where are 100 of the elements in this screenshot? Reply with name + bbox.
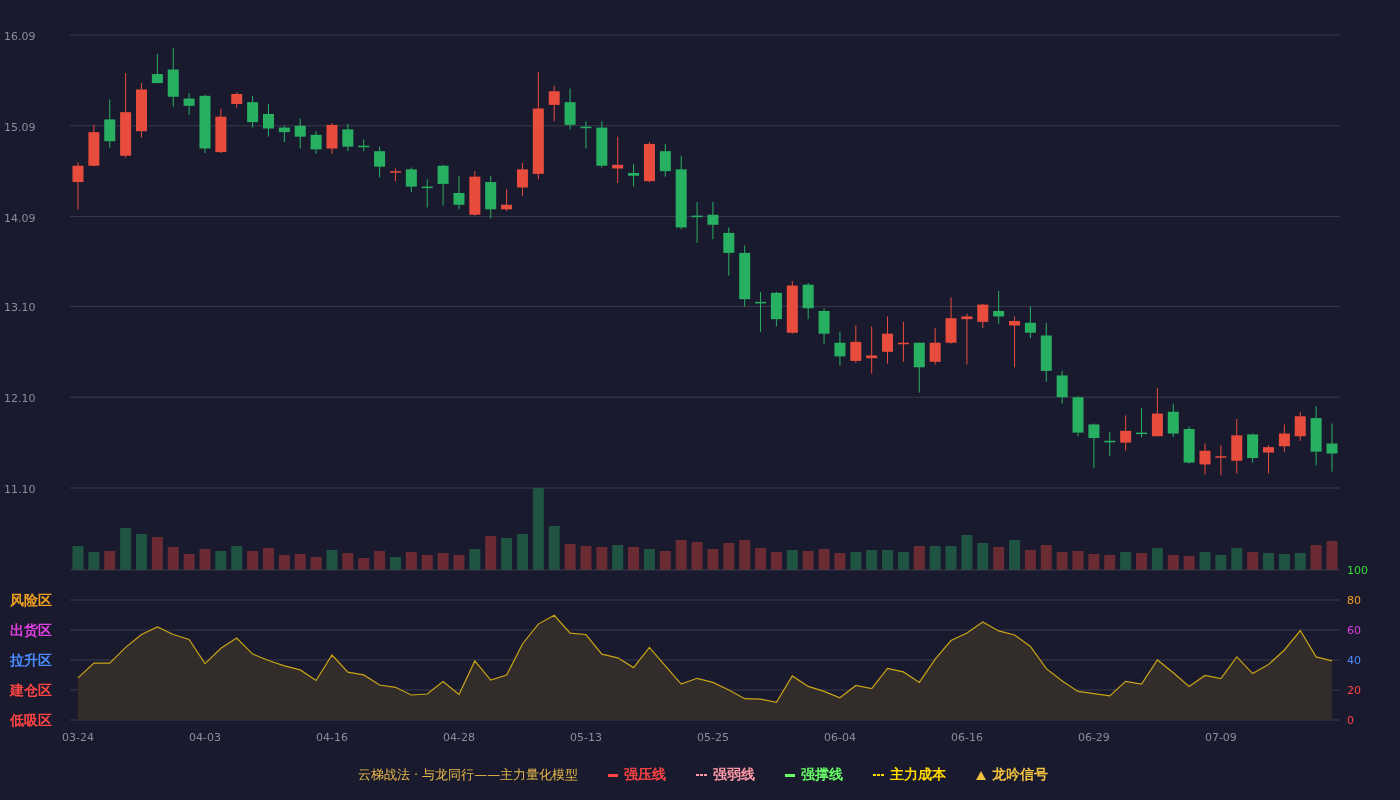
candlestick (1024, 305, 1036, 339)
candlestick (453, 175, 465, 210)
candlestick (628, 163, 640, 188)
date-label: 06-29 (1077, 731, 1110, 744)
candlestick (945, 296, 957, 345)
candlestick (374, 146, 386, 179)
candlestick (1167, 403, 1179, 438)
candlestick (485, 175, 497, 219)
candlestick (516, 162, 528, 197)
triangle-icon (976, 770, 987, 780)
price-axis-label: 12.10 (4, 392, 36, 406)
candlestick (72, 161, 84, 210)
candlestick (342, 123, 354, 152)
candlestick (247, 95, 259, 129)
candlestick (183, 92, 195, 116)
candlestick (1278, 423, 1290, 453)
oscillator-axis-label: 80 (1347, 594, 1361, 607)
zone-label: 风险区 (10, 592, 52, 608)
candlestick (215, 108, 227, 154)
solid-line-icon (608, 773, 619, 777)
candlestick (1247, 433, 1259, 464)
candlestick (977, 303, 989, 329)
candlestick (1088, 423, 1100, 469)
candlestick (151, 53, 163, 84)
candlestick (1040, 322, 1052, 383)
candlestick (929, 327, 941, 366)
candlestick (88, 124, 100, 168)
candlestick (786, 280, 798, 335)
oscillator-axis-label: 0 (1347, 714, 1354, 727)
candlestick (834, 331, 846, 366)
candlestick (167, 47, 179, 108)
candlestick (961, 313, 973, 366)
candlestick (770, 291, 782, 327)
date-label: 04-03 (189, 731, 221, 744)
candlestick (1120, 414, 1132, 452)
date-label: 06-16 (950, 731, 983, 744)
candlestick (564, 88, 576, 130)
dashed-line-icon (696, 774, 708, 776)
candlestick (136, 82, 147, 139)
date-label: 05-25 (696, 731, 729, 744)
candlestick (1072, 395, 1084, 437)
candlestick (691, 201, 703, 244)
candlestick (1310, 405, 1322, 466)
candlestick (723, 226, 735, 277)
candlestick (1104, 431, 1116, 457)
price-axis-label: 11.10 (4, 483, 36, 496)
oscillator-axis-label: 60 (1347, 624, 1361, 637)
solid-line-icon (785, 773, 796, 777)
candlestick (1183, 425, 1195, 464)
candlestick (1231, 418, 1243, 474)
candlestick (1136, 407, 1147, 438)
candlestick (1009, 315, 1021, 368)
candlestick (263, 103, 274, 138)
legend-label: 主力成本 (890, 766, 947, 784)
candlestick (469, 170, 481, 217)
date-label: 03-24 (62, 731, 94, 744)
candlestick (913, 342, 925, 394)
candlestick (818, 307, 830, 345)
candlestick (199, 94, 211, 154)
candlestick (1151, 387, 1163, 437)
zone-label: 低吸区 (10, 712, 52, 728)
candlestick (1199, 443, 1211, 475)
candlestick (993, 290, 1005, 325)
oscillator-axis-label: 40 (1347, 654, 1361, 667)
zone-label: 出货区 (10, 622, 52, 638)
candlestick (104, 98, 116, 149)
candlestick (278, 125, 290, 143)
candlestick (501, 188, 513, 212)
date-label: 07-09 (1204, 731, 1237, 744)
candlestick (707, 201, 719, 240)
date-label: 04-16 (316, 731, 348, 744)
candlestick (310, 130, 322, 155)
candlestick (294, 118, 306, 149)
candlestick (437, 164, 449, 207)
price-axis-label: 15.09 (4, 120, 36, 134)
candlestick (739, 245, 751, 307)
candlestick (866, 325, 878, 375)
candlestick (231, 91, 243, 109)
candlestick (548, 85, 560, 122)
price-axis-label: 13.10 (4, 301, 36, 315)
candlestick (358, 138, 370, 152)
candlestick (659, 143, 671, 178)
candlestick (802, 282, 814, 320)
candlestick (326, 122, 338, 155)
legend-label: 强撑线 (801, 766, 844, 784)
legend-label: 强压线 (624, 766, 667, 784)
candlestick (596, 120, 608, 169)
candlestick (1326, 423, 1338, 473)
candlestick (1294, 411, 1306, 442)
zone-label: 建仓区 (10, 682, 52, 698)
legend-label: 龙吟信号 (992, 766, 1049, 784)
candlestick (405, 167, 417, 193)
price-axis-label: 14.09 (4, 211, 36, 225)
legend-title: 云梯战法 · 与龙同行——主力量化模型 (357, 766, 579, 784)
oscillator-axis-label: 20 (1347, 684, 1361, 697)
candlestick (897, 321, 909, 363)
price-axis-label: 16.09 (4, 30, 36, 43)
zone-label: 拉升区 (10, 652, 52, 668)
candlestick (389, 167, 401, 182)
candlestick (755, 291, 767, 333)
